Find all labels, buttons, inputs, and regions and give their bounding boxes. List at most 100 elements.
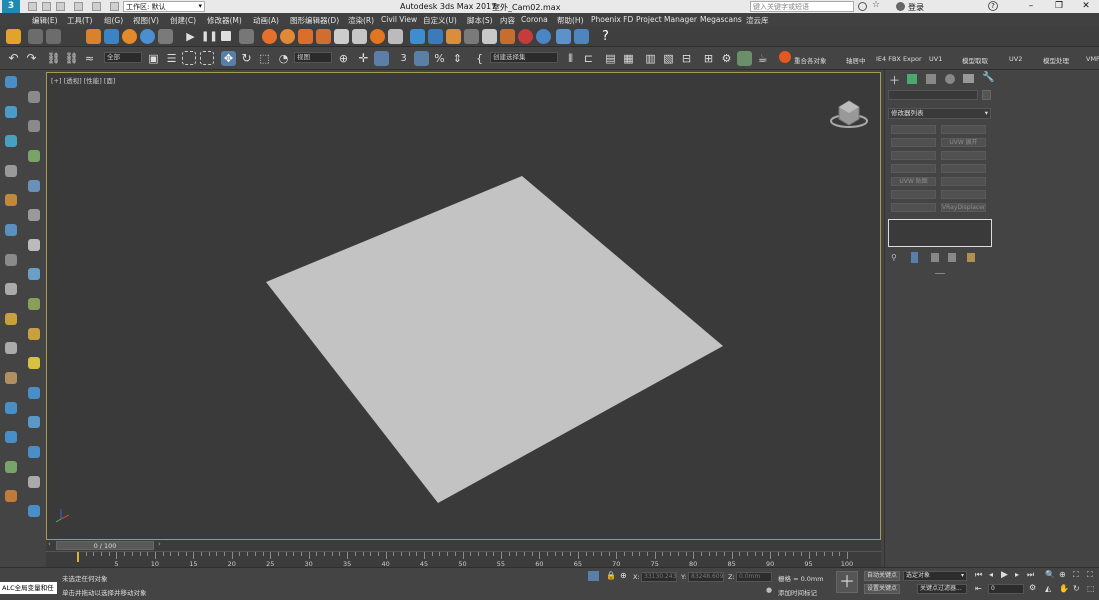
time-slider-thumb[interactable]: 0 / 100: [56, 541, 154, 550]
left-tool-icon[interactable]: [28, 298, 40, 310]
left-tool-icon[interactable]: [5, 253, 17, 266]
menu-create[interactable]: 创建(C): [170, 15, 196, 26]
left-tool-icon[interactable]: [28, 179, 40, 192]
modifier-btn-2[interactable]: [941, 125, 986, 134]
project-folder-icon[interactable]: [110, 2, 119, 11]
render-production-icon[interactable]: ☕: [755, 51, 770, 66]
modifier-btn-8[interactable]: [941, 164, 986, 173]
move-icon[interactable]: ✥: [221, 51, 236, 66]
menu-graph-editors[interactable]: 图形编辑器(D): [290, 15, 339, 26]
selection-lock-icon[interactable]: 🔒: [606, 571, 616, 580]
render-setup-icon[interactable]: ⚙: [719, 51, 734, 66]
show-end-result-icon[interactable]: [911, 252, 918, 263]
modifier-list-dropdown[interactable]: 修改器列表 ▾: [888, 108, 991, 119]
select-by-name-icon[interactable]: ☰: [164, 51, 179, 66]
left-tool-icon[interactable]: [28, 238, 40, 251]
align-icon[interactable]: ⊏: [581, 51, 596, 66]
track-bar[interactable]: 5 10 15 20 25 30 35 40 45 50 55 60 65 70 75 80 85 90 95 100: [46, 551, 881, 568]
left-tool-icon[interactable]: [28, 416, 40, 429]
left-tool-icon[interactable]: [28, 357, 40, 370]
unlink-icon[interactable]: ⛓: [64, 51, 79, 66]
save-file-icon[interactable]: [56, 2, 65, 11]
new-file-icon[interactable]: [28, 2, 37, 11]
phoenix-tool-icon[interactable]: [334, 29, 349, 44]
menu-views[interactable]: 视图(V): [133, 15, 159, 26]
menu-modifiers[interactable]: 修改器(M): [207, 15, 242, 26]
open-file-icon[interactable]: [42, 2, 51, 11]
layers-icon[interactable]: ▤: [603, 51, 618, 66]
utilities-tab-icon[interactable]: 🔧: [982, 72, 994, 83]
modifier-btn-12[interactable]: [941, 190, 986, 199]
menu-group[interactable]: 组(G): [104, 15, 123, 26]
left-tool-icon[interactable]: [28, 268, 40, 281]
modifier-btn-5[interactable]: [891, 151, 936, 160]
fire-icon[interactable]: [122, 29, 137, 44]
orange-plugin-icon[interactable]: [779, 51, 791, 63]
left-tool-icon[interactable]: [5, 401, 17, 414]
left-tool-icon[interactable]: [5, 76, 17, 88]
create-tab-icon[interactable]: ＋: [889, 72, 900, 88]
menu-project-manager[interactable]: Project Manager: [636, 15, 697, 24]
zoom-extents-all-icon[interactable]: ⛶: [1087, 570, 1093, 580]
menu-animation[interactable]: 动画(A): [253, 15, 279, 26]
modifier-btn-6[interactable]: [941, 151, 986, 160]
motion-tab-icon[interactable]: [945, 74, 955, 84]
left-tool-icon[interactable]: [5, 460, 17, 473]
search-input[interactable]: 键入关键字或短语: [750, 1, 854, 12]
left-tool-icon[interactable]: [28, 90, 40, 103]
toolbar-label-model-process[interactable]: 模型处理: [1043, 55, 1069, 65]
next-frame-icon[interactable]: ›: [158, 540, 161, 548]
phoenix-sim-icon[interactable]: [298, 29, 313, 44]
phoenix-emitter-icon[interactable]: [352, 29, 367, 44]
absolute-mode-icon[interactable]: ⊕: [620, 571, 627, 580]
x-coordinate-field[interactable]: 33130.243: [641, 572, 677, 582]
left-tool-icon[interactable]: [28, 386, 40, 399]
workspace-selector[interactable]: 工作区: 默认 ▾: [123, 1, 205, 12]
add-time-tag[interactable]: 添加时间标记: [778, 587, 817, 597]
modifier-btn-7[interactable]: [891, 164, 936, 173]
left-tool-icon[interactable]: [28, 327, 40, 340]
named-selection-dropdown[interactable]: 创建选择集: [490, 52, 558, 63]
maximize-icon[interactable]: ❐: [1046, 0, 1072, 13]
modifier-btn-9[interactable]: UVW 贴图: [891, 177, 936, 186]
star-icon[interactable]: ☆: [872, 0, 880, 10]
zoom-extents-icon[interactable]: ⛶: [1073, 570, 1079, 580]
keyboard-shortcut-icon[interactable]: [374, 51, 389, 66]
material-icon[interactable]: [104, 29, 119, 44]
field-of-view-icon[interactable]: ◭: [1045, 584, 1051, 593]
phoenix-red-icon[interactable]: [518, 29, 533, 44]
make-unique-icon[interactable]: [931, 253, 939, 262]
modifier-btn-3[interactable]: [891, 138, 936, 147]
modifier-btn-10[interactable]: [941, 177, 986, 186]
isolate-selection-icon[interactable]: [588, 571, 599, 581]
time-config-icon[interactable]: ⚙: [1029, 583, 1036, 592]
toolbar-label-fbx-export[interactable]: IE4 FBX Expor: [876, 55, 922, 63]
configure-sets-icon[interactable]: [967, 253, 975, 262]
left-tool-icon[interactable]: [5, 312, 17, 325]
help-icon[interactable]: ?: [988, 1, 998, 11]
left-tool-icon[interactable]: [28, 209, 40, 222]
curve-editor-icon[interactable]: ▧: [661, 51, 676, 66]
y-coordinate-field[interactable]: 83248.609: [688, 572, 724, 582]
snaps-toggle-icon[interactable]: 3: [396, 51, 411, 66]
menu-scripting[interactable]: 脚本(S): [467, 15, 493, 26]
key-filters-button[interactable]: 关键点过滤器...: [917, 584, 967, 594]
angle-snap-icon[interactable]: [414, 51, 429, 66]
left-tool-icon[interactable]: [28, 150, 40, 162]
sign-in-link[interactable]: 登录: [908, 2, 924, 13]
set-key-big-icon[interactable]: ＋: [836, 571, 858, 593]
phoenix-wave-icon[interactable]: [556, 29, 571, 44]
layer-manager-icon[interactable]: [28, 29, 43, 44]
current-frame-field[interactable]: 0: [988, 584, 1024, 594]
left-tool-icon[interactable]: [5, 105, 17, 118]
key-mode-icon[interactable]: ⇤: [975, 584, 982, 593]
selection-filter-dropdown[interactable]: 全部: [104, 52, 142, 63]
select-manipulate-icon[interactable]: ✛: [356, 51, 371, 66]
rotate-icon[interactable]: ↻: [239, 51, 254, 66]
left-tool-icon[interactable]: [5, 224, 17, 236]
pause-icon[interactable]: ❚❚: [201, 29, 218, 44]
menu-help[interactable]: 帮助(H): [557, 15, 584, 26]
left-tool-icon[interactable]: [28, 505, 40, 518]
prev-key-icon[interactable]: ◂: [989, 570, 993, 579]
modifier-btn-4[interactable]: UVW 展开: [941, 138, 986, 147]
